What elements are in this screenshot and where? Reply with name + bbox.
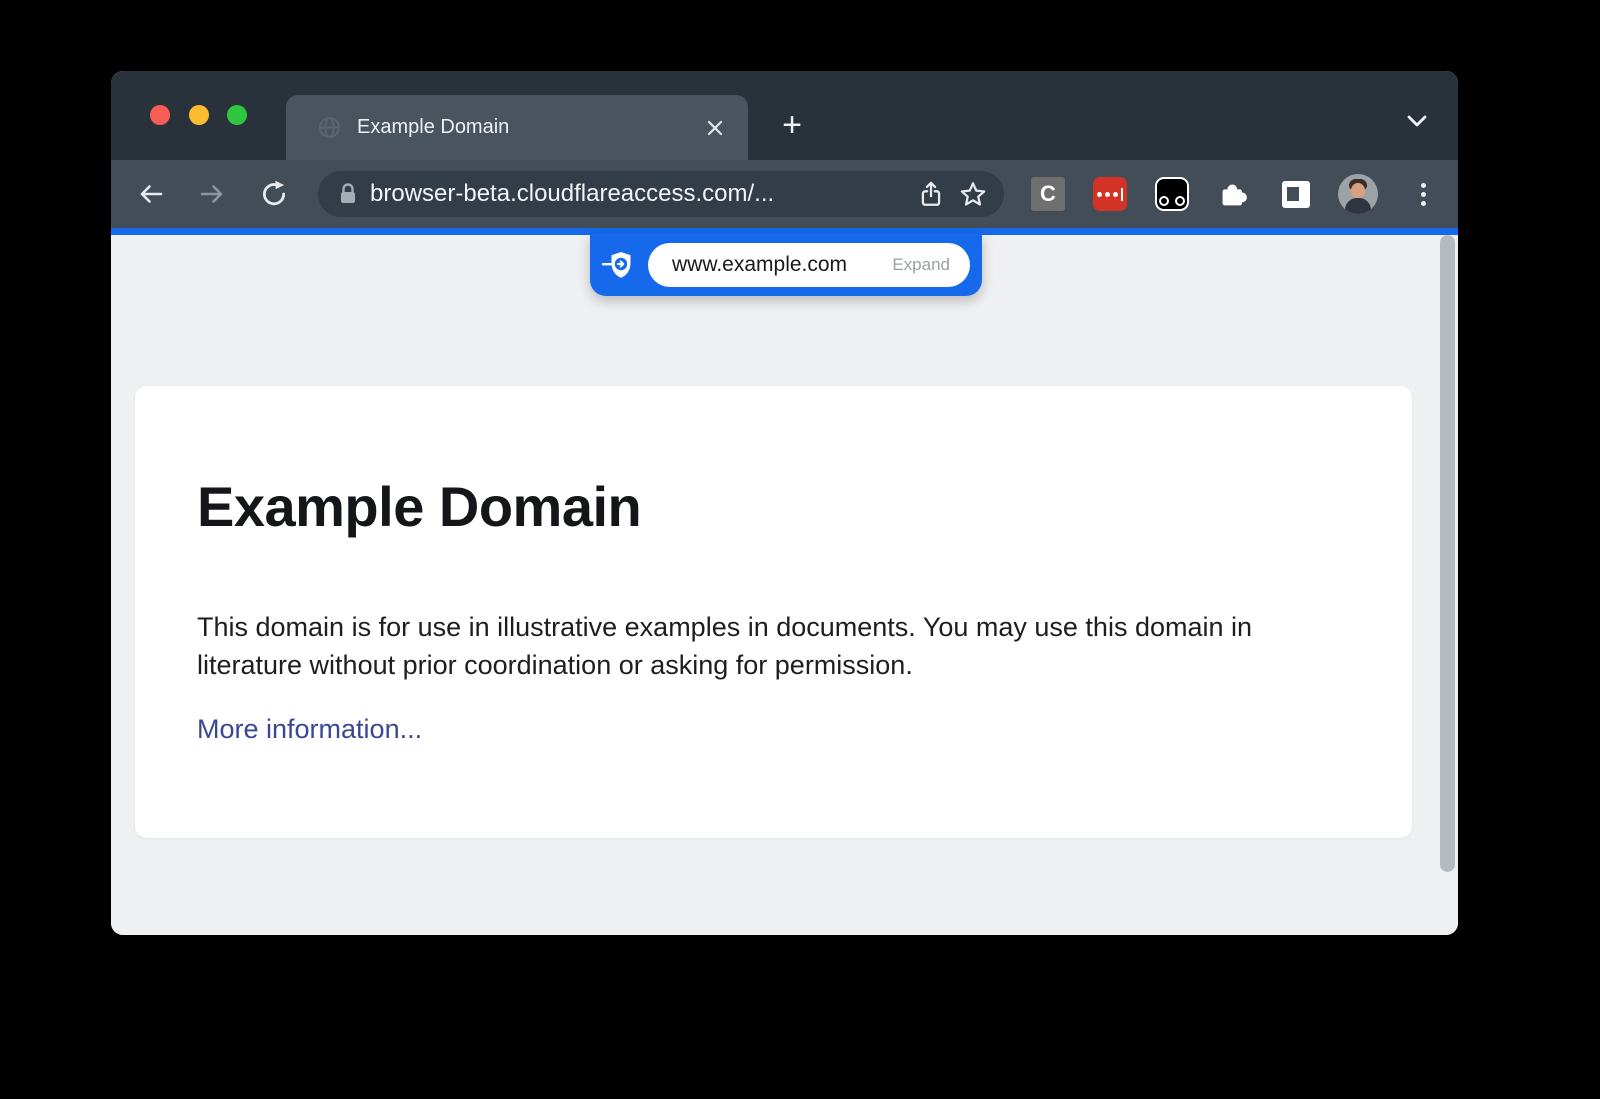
star-icon [959,180,987,208]
red-dots-icon [1097,192,1102,197]
address-bar[interactable]: browser-beta.cloudflareaccess.com/... [318,171,1004,217]
arrow-right-icon [198,180,226,208]
profile-avatar[interactable] [1338,174,1378,214]
isolation-badge[interactable]: www.example.com Expand [590,233,982,296]
reload-button[interactable] [251,171,297,217]
plus-icon: + [782,110,802,140]
browser-toolbar: browser-beta.cloudflareaccess.com/... C [111,160,1458,228]
page-paragraph: This domain is for use in illustrative e… [197,608,1352,684]
tab-search-button[interactable] [1399,104,1435,140]
window-zoom-button[interactable] [227,105,247,125]
goggles-icon [1159,196,1169,206]
content-card: Example Domain This domain is for use in… [135,386,1412,838]
puzzle-icon [1218,178,1250,210]
more-information-link[interactable]: More information... [197,714,422,745]
window-minimize-button[interactable] [189,105,209,125]
tab-strip: Example Domain + [111,71,1458,160]
back-button[interactable] [128,171,174,217]
tab-title: Example Domain [357,116,700,139]
new-tab-button[interactable]: + [774,107,810,143]
bookmark-star-button[interactable] [952,173,994,215]
extensions-menu-button[interactable] [1217,177,1251,211]
vertical-scrollbar-thumb[interactable] [1440,235,1455,872]
c-extension-label: C [1040,181,1056,207]
browser-window: Example Domain + [111,71,1458,935]
url-text: browser-beta.cloudflareaccess.com/... [370,180,910,208]
kebab-menu-icon [1421,183,1426,188]
chevron-down-icon [1405,114,1429,130]
share-button[interactable] [910,173,952,215]
page-title: Example Domain [197,474,641,539]
browser-tab[interactable]: Example Domain [286,95,748,160]
lock-icon [338,182,358,206]
lastpass-extension-button[interactable] [1093,177,1127,211]
isolated-domain-text: www.example.com [672,253,847,277]
side-panel-button[interactable] [1279,177,1313,211]
globe-icon [316,114,343,141]
shield-arrow-icon [601,248,635,282]
browser-menu-button[interactable] [1401,172,1445,216]
page-viewport: www.example.com Expand Example Domain Th… [111,235,1458,935]
window-close-button[interactable] [150,105,170,125]
reload-icon [259,179,289,209]
expand-button[interactable]: Expand [892,255,950,275]
c-extension-button[interactable]: C [1031,177,1065,211]
arrow-left-icon [137,180,165,208]
isolation-domain-pill: www.example.com Expand [648,243,970,287]
forward-button[interactable] [189,171,235,217]
side-panel-icon [1282,181,1310,208]
goggles-extension-button[interactable] [1155,177,1189,211]
tab-close-icon[interactable] [700,113,730,143]
share-icon [918,180,944,208]
